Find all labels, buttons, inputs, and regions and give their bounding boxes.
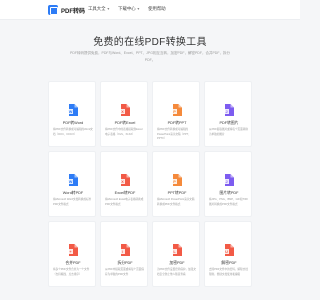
svg-text:P: P [173,110,176,114]
tool-card-title: PDF转图片 [219,121,239,125]
split-pdf-icon: / [120,244,130,256]
tool-card[interactable]: P PDF转PPT 将PDF文件转换成可编辑的PowerPoint演示文稿（PPT、… [152,81,200,147]
tool-card[interactable]: J PDF转图片从PDF提取图片或将每个页面转换为单独的图片 [204,81,252,147]
chevron-down-icon: ▼ [106,7,111,11]
tool-card-description: 将PDF文件转换成可编辑的PowerPoint演示文稿（PPT、PPTX） [157,128,191,141]
svg-text:J: J [225,110,227,114]
nav-item-download[interactable]: 下载中心▼ [118,6,140,12]
lock-pdf-icon: L [172,244,182,256]
nav-item-download-label: 下载中心 [118,6,136,11]
image-doc-icon: J [224,104,234,116]
tool-card-description: 将Microsoft PowerPoint演示文稿转换成PDF文件格式 [157,198,195,206]
hero-subtitle: PDF转码提供免费，PDF与Word、Excel、PPT、JPG相互互转，加密P… [70,51,230,63]
word-to-pdf-icon: W [68,174,78,186]
tool-card-description: 将Microsoft Excel电子表格转换成PDF文件格式 [105,198,144,206]
unlock-pdf-icon: U [224,244,234,256]
tool-card[interactable]: W Word转PDF 将Microsoft Word文档转换成标准PDF文件格式 [48,151,96,217]
tool-card-title: 图片转PDF [219,191,239,195]
tool-card[interactable]: L 加密PDF 为PDF文件设置密码保护，加强文档安全防止他人随意查看 [152,221,200,287]
logo-text: PDF转码 [61,8,86,15]
tool-card-description: 从PDF提取图片或将每个页面转换为单独的图片 [209,128,248,136]
tool-card[interactable]: P PPT转PDF 将Microsoft PowerPoint演示文稿转换成PDF文… [152,151,200,217]
nav-item-tools-label: 工具大全 [88,6,106,11]
nav-item-help[interactable]: 使用帮助 [148,6,166,12]
excel-doc-icon: X [120,104,130,116]
svg-text:W: W [69,110,73,114]
svg-text:X: X [121,110,124,114]
tool-card-title: 解密PDF [221,261,237,265]
tool-card-description: 去除PDF文件中的密码，解除文档限制，便捷文档使用和编辑 [209,268,248,276]
hero-title: 免费的在线PDF转换工具 [93,37,207,48]
svg-text:U: U [225,250,228,254]
tool-card[interactable]: X PDF转Excel 将PDF文件中的表格提取到Excel电子表格（XLS、XLS… [100,81,148,147]
tool-card-description: 将PDF文件中的表格提取到Excel电子表格（XLS、XLSX） [105,128,143,136]
tool-card[interactable]: J 图片转PDF 将JPG、PNG、BMP、GIF和TIFF图片转换成PDF文件格式 [204,151,252,217]
site-logo[interactable]: PDF转码 [48,5,85,15]
tool-card-description: 将Microsoft Word文档转换成标准PDF文件格式 [53,198,92,206]
chevron-down-icon: ▼ [136,7,141,11]
tool-card-description: 将PDF文件转换成可编辑的Word文档（DOC、DOCX） [53,128,93,136]
tool-card-title: PDF转PPT [167,121,187,125]
svg-text:J: J [225,180,227,184]
tool-card[interactable]: / 拆分PDF 从PDF中提取页面或将每个页面保存为单独的PDF文件 [100,221,148,287]
tool-grid: W PDF转Word 将PDF文件转换成可编辑的Word文档（DOC、DOCX） X P… [48,81,252,287]
tool-card-description: 为PDF文件设置密码保护，加强文档安全防止他人随意查看 [157,268,196,276]
svg-text:P: P [173,180,176,184]
logo-icon [48,5,58,15]
tool-card-description: 将多个PDF文件合并为一个文件（支持拖拽、点击排序） [53,268,90,276]
excel-to-pdf-icon: X [120,174,130,186]
ppt-doc-icon: P [172,104,182,116]
image-to-pdf-icon: J [224,174,234,186]
merge-pdf-icon: + [68,244,78,256]
ppt-to-pdf-icon: P [172,174,182,186]
tool-card-title: PPT转PDF [167,191,187,195]
tool-card[interactable]: U 解密PDF 去除PDF文件中的密码，解除文档限制，便捷文档使用和编辑 [204,221,252,287]
tool-card-title: Excel转PDF [114,191,136,195]
tool-card[interactable]: + 合并PDF 将多个PDF文件合并为一个文件（支持拖拽、点击排序） [48,221,96,287]
word-doc-icon: W [68,104,78,116]
tool-card[interactable]: W PDF转Word 将PDF文件转换成可编辑的Word文档（DOC、DOCX） [48,81,96,147]
tool-card-title: Word转PDF [62,191,84,195]
tool-card-title: 合并PDF [65,261,81,265]
svg-text:W: W [69,180,73,184]
main-nav: 工具大全▼ 下载中心▼ 使用帮助 [88,6,166,12]
tool-card[interactable]: X Excel转PDF 将Microsoft Excel电子表格转换成PDF文件格式 [100,151,148,217]
tool-card-title: PDF转Excel [114,121,136,125]
tool-card-description: 将JPG、PNG、BMP、GIF和TIFF图片转换成PDF文件格式 [209,198,249,206]
svg-text:X: X [121,180,124,184]
nav-item-tools[interactable]: 工具大全▼ [88,6,110,12]
tool-card-description: 从PDF中提取页面或将每个页面保存为单独的PDF文件 [105,268,144,276]
tool-card-title: 加密PDF [169,261,185,265]
tool-card-title: PDF转Word [62,121,84,125]
tool-card-title: 拆分PDF [117,261,133,265]
top-navigation-bar: PDF转码 工具大全▼ 下载中心▼ 使用帮助 [0,0,300,20]
